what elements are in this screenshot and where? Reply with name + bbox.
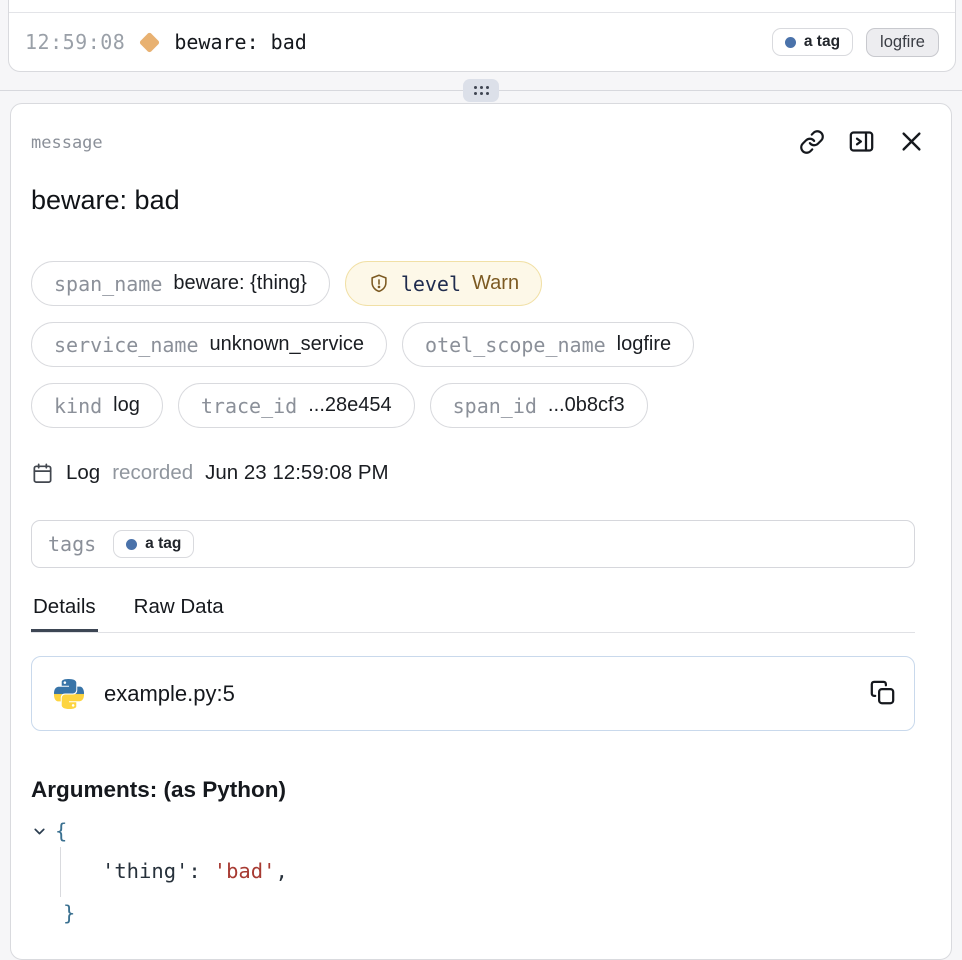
attr-pill-kind[interactable]: kind log [31, 383, 163, 428]
tag-label: a tag [145, 535, 181, 553]
attr-pill-span-id[interactable]: span_id ...0b8cf3 [430, 383, 648, 428]
source-file: example.py:5 [104, 681, 235, 707]
record-verb: recorded [112, 461, 193, 485]
span-detail-panel: message beware: bad span_name [10, 103, 952, 960]
attr-label: otel_scope_name [425, 333, 606, 357]
attr-label: level [401, 272, 461, 296]
log-timestamp: 12:59:08 [25, 30, 125, 54]
tab-raw-data[interactable]: Raw Data [132, 595, 226, 632]
resize-drag-handle[interactable] [463, 79, 499, 102]
source-location-box: example.py:5 [31, 656, 915, 731]
attr-value: Warn [472, 272, 519, 295]
log-tag-label: a tag [804, 33, 840, 51]
warn-level-diamond-icon [139, 31, 160, 52]
tag-dot-icon [126, 539, 137, 550]
tag-dot-icon [785, 37, 796, 48]
calendar-icon [31, 462, 54, 485]
record-type: Log [66, 461, 100, 485]
span-title: beware: bad [31, 185, 931, 216]
panel-header: message [31, 128, 931, 158]
code-colon: : [188, 859, 200, 883]
code-open-brace: { [55, 819, 67, 843]
attr-value: beware: {thing} [173, 272, 306, 295]
close-icon [898, 128, 925, 158]
scope-badge[interactable]: logfire [866, 28, 939, 57]
drag-dots-icon [474, 86, 489, 95]
shield-warning-icon [368, 273, 390, 295]
record-kind-label: message [31, 133, 103, 153]
code-string-value: 'bad' [214, 859, 276, 883]
attr-pill-level-warn[interactable]: level Warn [345, 261, 542, 306]
attr-value: unknown_service [210, 333, 365, 356]
attr-label: service_name [54, 333, 199, 357]
attr-pill-service-name[interactable]: service_name unknown_service [31, 322, 387, 367]
copy-source-button[interactable] [869, 679, 896, 709]
close-panel-button[interactable] [898, 128, 925, 158]
log-row[interactable]: 12:59:08 beware: bad a tag logfire [9, 13, 955, 71]
attr-value: logfire [617, 333, 671, 356]
attr-pill-otel-scope-name[interactable]: otel_scope_name logfire [402, 322, 694, 367]
recorded-timestamp-row: Log recorded Jun 23 12:59:08 PM [31, 461, 931, 485]
attr-value: ...28e454 [308, 394, 391, 417]
attr-pill-trace-id[interactable]: trace_id ...28e454 [178, 383, 415, 428]
detail-tabs: Details Raw Data [31, 595, 915, 633]
arguments-code-block: { 'thing': 'bad', } [31, 815, 931, 929]
panel-right-icon [848, 128, 875, 158]
collapse-chevron-icon[interactable] [31, 823, 48, 840]
tab-details[interactable]: Details [31, 595, 98, 632]
log-list-card: 12:59:08 beware: bad a tag logfire [8, 0, 956, 72]
record-datetime: Jun 23 12:59:08 PM [205, 461, 389, 485]
attr-label: span_name [54, 272, 162, 296]
code-body: 'thing': 'bad', [60, 847, 931, 897]
attr-pill-span-name[interactable]: span_name beware: {thing} [31, 261, 330, 306]
attr-label: kind [54, 394, 102, 418]
tag-badge[interactable]: a tag [113, 530, 194, 558]
log-message: beware: bad [174, 30, 306, 54]
tags-label: tags [48, 532, 96, 556]
tags-box: tags a tag [31, 520, 915, 568]
code-comma: , [275, 859, 287, 883]
log-tag-badge[interactable]: a tag [772, 28, 853, 56]
attribute-pills: span_name beware: {thing} level Warn ser… [31, 261, 931, 428]
attr-label: trace_id [201, 394, 297, 418]
attr-value: log [113, 394, 140, 417]
attr-label: span_id [453, 394, 537, 418]
copy-icon [869, 679, 896, 709]
python-icon [54, 679, 84, 709]
code-close-brace: } [63, 901, 75, 925]
arguments-heading: Arguments: (as Python) [31, 777, 931, 803]
attr-value: ...0b8cf3 [548, 394, 625, 417]
copy-link-button[interactable] [799, 129, 825, 158]
open-side-panel-button[interactable] [848, 128, 875, 158]
code-key: 'thing' [102, 859, 188, 883]
link-icon [799, 129, 825, 158]
